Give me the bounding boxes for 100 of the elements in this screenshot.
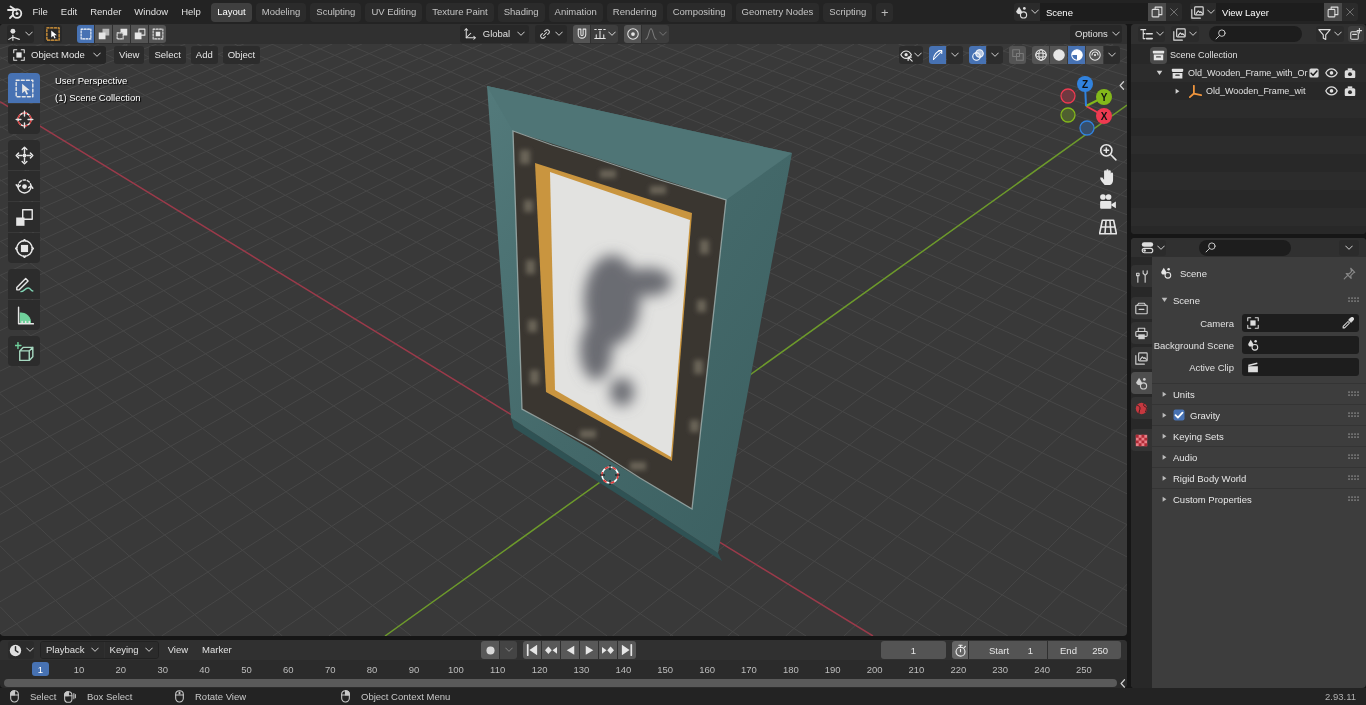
current-frame-field[interactable]: 1 xyxy=(881,641,946,659)
view-layer-name-field[interactable]: View Layer xyxy=(1216,3,1324,21)
properties-tab[interactable] xyxy=(1131,322,1152,344)
end-frame-field[interactable]: End 250 xyxy=(1048,641,1121,659)
menu-item[interactable]: View xyxy=(114,46,145,64)
browse-button[interactable] xyxy=(1190,3,1216,21)
playback-button[interactable] xyxy=(523,641,542,659)
tool-button[interactable] xyxy=(8,202,40,232)
select-mode-button[interactable] xyxy=(131,25,148,43)
shading-mode-button[interactable] xyxy=(1068,46,1085,64)
menu-item[interactable]: Render xyxy=(83,2,128,22)
options-dropdown[interactable]: Options xyxy=(1070,25,1122,43)
negative-axis-handle[interactable] xyxy=(1060,88,1076,104)
menu-item[interactable]: Help xyxy=(174,2,208,22)
current-frame-badge[interactable]: 1 xyxy=(32,662,49,676)
shading-dropdown[interactable] xyxy=(1104,46,1120,64)
workspace-tab[interactable]: Layout xyxy=(211,2,252,22)
disclosure-triangle-icon[interactable] xyxy=(1155,70,1163,76)
properties-tab[interactable] xyxy=(1131,297,1152,319)
workspace-tab[interactable]: Geometry Nodes xyxy=(735,2,820,22)
tool-button[interactable] xyxy=(8,171,40,201)
workspace-tab[interactable]: Animation xyxy=(548,2,603,22)
panel-header[interactable]: Scene xyxy=(1152,290,1366,310)
tree-item-label[interactable]: Old_Wooden_Frame_wit xyxy=(1206,86,1306,96)
proportional-editing-button[interactable] xyxy=(624,25,641,43)
dropdown-menu[interactable]: Playback xyxy=(41,642,104,658)
axis-handle[interactable]: X xyxy=(1085,105,1112,124)
display-mode-dropdown[interactable] xyxy=(1171,26,1199,42)
workspace-tab[interactable]: Scripting xyxy=(823,2,873,22)
checkbox[interactable] xyxy=(1173,409,1185,421)
tool-button[interactable] xyxy=(8,233,40,263)
playback-button[interactable] xyxy=(542,641,561,659)
mode-dropdown[interactable]: Object Mode xyxy=(8,46,106,64)
overlay-dropdown[interactable] xyxy=(987,46,1003,64)
editor-type-button[interactable] xyxy=(1138,26,1165,42)
snap-target-dropdown[interactable] xyxy=(591,25,618,43)
menu-item[interactable]: Add xyxy=(190,46,218,64)
camera-icon[interactable] xyxy=(1344,67,1356,79)
menu-item[interactable]: Window xyxy=(127,2,175,22)
new-collection-button[interactable] xyxy=(1348,26,1364,42)
scene-field[interactable] xyxy=(1242,336,1359,354)
properties-tab[interactable] xyxy=(1131,372,1152,394)
tree-item-label[interactable]: Scene Collection xyxy=(1170,50,1238,60)
object-field[interactable] xyxy=(1242,314,1359,332)
clip-field[interactable] xyxy=(1242,358,1359,376)
select-mode-button[interactable] xyxy=(77,25,94,43)
drag-handle-icon[interactable] xyxy=(1348,454,1360,460)
menu-item[interactable]: Object xyxy=(222,46,261,64)
properties-tab[interactable] xyxy=(1131,265,1152,287)
panel-header[interactable]: Keying Sets xyxy=(1152,426,1366,446)
menu-item[interactable]: Edit xyxy=(54,2,84,22)
scrollbar[interactable] xyxy=(4,679,1117,687)
scene-name-field[interactable]: Scene xyxy=(1040,3,1148,21)
gizmo-toggle-button[interactable] xyxy=(929,46,946,64)
playback-button[interactable] xyxy=(599,641,618,659)
drag-handle-icon[interactable] xyxy=(1348,496,1360,502)
search-field[interactable] xyxy=(1199,239,1291,256)
panel-header[interactable]: Custom Properties xyxy=(1152,489,1366,509)
movie-camera-icon[interactable] xyxy=(1099,193,1117,211)
panel-header[interactable]: Units xyxy=(1152,384,1366,404)
browse-button[interactable] xyxy=(1014,3,1040,21)
shading-mode-button[interactable] xyxy=(1032,46,1049,64)
filter-dropdown[interactable] xyxy=(1316,26,1344,42)
playback-button[interactable] xyxy=(618,641,637,659)
editor-type-button[interactable] xyxy=(1140,239,1166,256)
gizmo-dropdown[interactable] xyxy=(947,46,963,64)
editor-type-button[interactable] xyxy=(7,25,34,43)
select-mode-button[interactable] xyxy=(149,25,166,43)
copy-button[interactable] xyxy=(1148,3,1166,21)
eye-icon[interactable] xyxy=(1325,86,1338,96)
search-field[interactable] xyxy=(1209,26,1302,42)
drag-handle-icon[interactable] xyxy=(1348,297,1360,303)
menu-item[interactable]: View xyxy=(162,641,194,659)
editor-type-button[interactable] xyxy=(8,641,34,659)
shading-mode-button[interactable] xyxy=(1050,46,1067,64)
eye-icon[interactable] xyxy=(1325,68,1338,78)
tool-button[interactable] xyxy=(8,104,40,134)
workspace-tab[interactable]: UV Editing xyxy=(365,2,423,22)
shading-mode-button[interactable] xyxy=(1086,46,1103,64)
active-tool-button[interactable] xyxy=(44,25,62,43)
drag-handle-icon[interactable] xyxy=(1348,433,1360,439)
tool-button[interactable] xyxy=(8,336,40,366)
playback-button[interactable] xyxy=(561,641,580,659)
drag-handle-icon[interactable] xyxy=(1348,475,1360,481)
playback-button[interactable] xyxy=(580,641,599,659)
menu-item[interactable]: Marker xyxy=(197,641,237,659)
tool-button[interactable] xyxy=(8,269,40,299)
close-button[interactable] xyxy=(1166,3,1182,21)
menu-item[interactable]: Select xyxy=(149,46,186,64)
checkbox[interactable] xyxy=(1309,68,1319,78)
snap-toggle-button[interactable] xyxy=(573,25,590,43)
disclosure-triangle-icon[interactable] xyxy=(1174,87,1180,95)
workspace-tab[interactable]: Compositing xyxy=(666,2,732,22)
menu-item[interactable]: File xyxy=(26,2,55,22)
pivot-dropdown[interactable] xyxy=(535,25,567,43)
grid-icon[interactable] xyxy=(1099,218,1117,236)
negative-axis-handle[interactable] xyxy=(1079,120,1095,136)
camera-icon[interactable] xyxy=(1344,85,1356,97)
workspace-tab[interactable]: Modeling xyxy=(255,2,307,22)
select-mode-button[interactable] xyxy=(95,25,112,43)
